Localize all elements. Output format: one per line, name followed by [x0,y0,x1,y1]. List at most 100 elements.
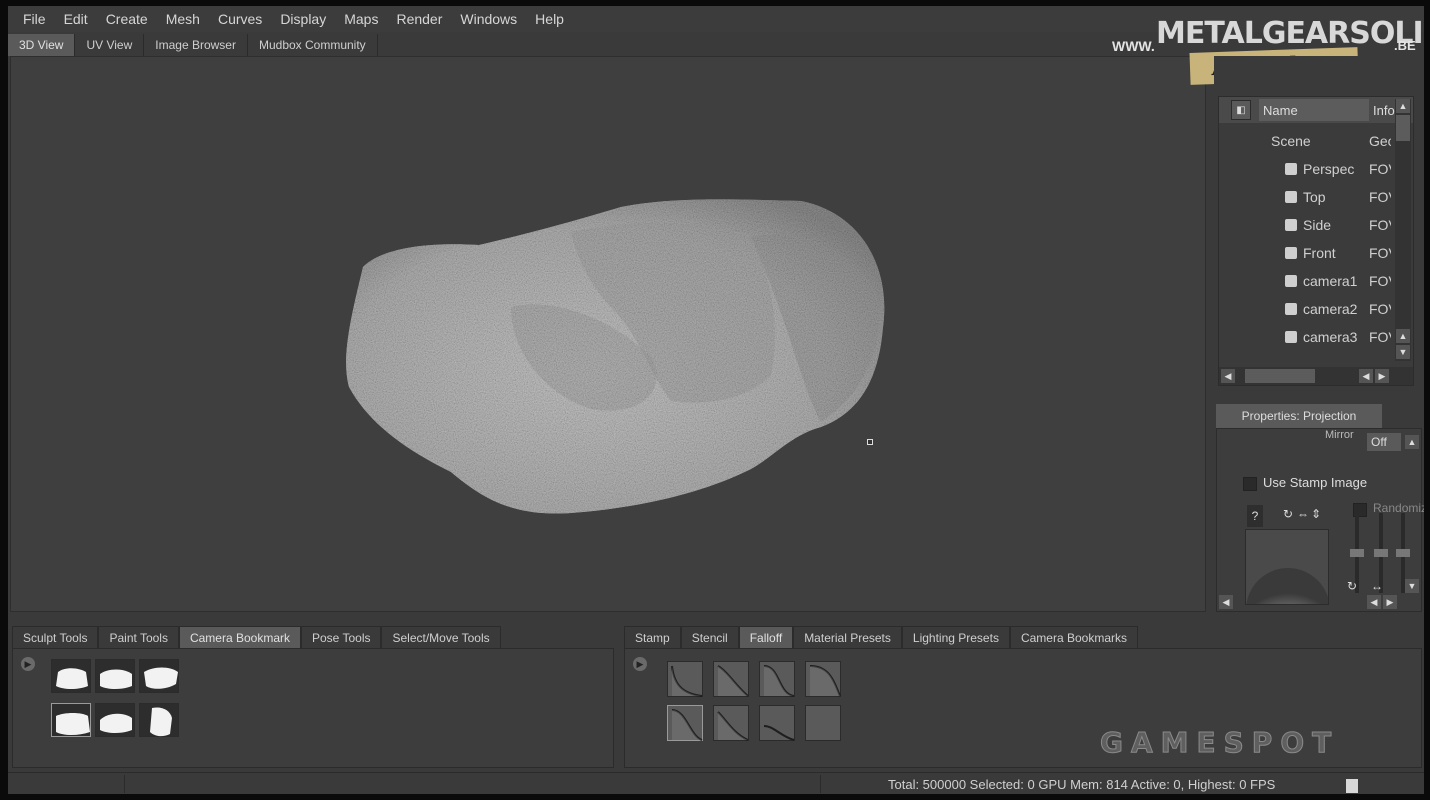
scroll-up-icon[interactable]: ▲ [1396,329,1410,343]
menu-windows[interactable]: Windows [451,11,526,27]
falloff-preset[interactable] [667,661,703,697]
menu-mesh[interactable]: Mesh [157,11,209,27]
properties-panel: Mirror Off Use Stamp Image Randomize ? ↻… [1216,428,1424,612]
tab-properties-projection[interactable]: Properties: Projection [1216,404,1382,428]
flip-horizontal-icon[interactable]: ⇔ [1297,507,1309,521]
tray-expand-icon[interactable]: ▶ [21,657,35,671]
flip-vertical-icon[interactable]: ⇕ [1311,507,1321,521]
rock-model[interactable] [11,57,1206,612]
bookmark-thumbnail[interactable] [139,703,179,737]
falloff-preset[interactable] [805,661,841,697]
menu-maps[interactable]: Maps [335,11,387,27]
camera-bookmark-tray: ▶ [12,648,614,768]
tree-item-perspective[interactable]: Perspec FOV [1219,155,1391,183]
scroll-right-icon[interactable]: ▶ [1383,595,1397,609]
tab-lighting-presets[interactable]: Lighting Presets [901,626,1010,648]
3d-viewport[interactable] [10,56,1206,612]
menu-create[interactable]: Create [97,11,157,27]
status-divider [820,775,821,793]
scroll-up-icon[interactable]: ▲ [1396,99,1410,113]
falloff-preset[interactable] [667,705,703,741]
object-list-hscroll[interactable]: ◀ ◀ ▶ [1219,367,1413,385]
camera-icon [1285,247,1297,259]
scroll-thumb[interactable] [1245,369,1315,383]
view-tabs: 3D View UV View Image Browser Mudbox Com… [8,34,378,56]
mirror-dropdown[interactable]: Off [1367,433,1401,451]
camera-icon [1285,331,1297,343]
status-readout: Total: 500000 Selected: 0 GPU Mem: 814 A… [888,777,1276,792]
tree-item-side[interactable]: Side FOV [1219,211,1391,239]
watermark-url: WWW. [1112,38,1155,54]
object-list-vscroll[interactable]: ▲ ▲ ▼ [1395,99,1411,361]
falloff-preset[interactable] [713,705,749,741]
camera-icon [1285,163,1297,175]
filter-icon[interactable]: ◧ [1231,100,1251,120]
scroll-down-icon[interactable]: ▼ [1405,579,1419,593]
help-button[interactable]: ? [1247,505,1263,527]
scroll-left-icon[interactable]: ◀ [1221,369,1235,383]
tab-mudbox-community[interactable]: Mudbox Community [247,34,378,56]
tree-item-camera3[interactable]: camera3 FOV [1219,323,1391,351]
rotate-icon[interactable]: ↻ [1283,507,1293,521]
tree-item-front[interactable]: Front FOV [1219,239,1391,267]
tree-item-scene[interactable]: Scene Geo [1219,127,1391,155]
falloff-preset[interactable] [759,705,795,741]
tab-stamp[interactable]: Stamp [624,626,681,648]
object-list-header: ◧ Name Info [1219,97,1413,123]
menu-display[interactable]: Display [271,11,335,27]
tab-stencil[interactable]: Stencil [680,626,739,648]
menu-file[interactable]: File [14,11,55,27]
tab-3d-view[interactable]: 3D View [8,34,76,56]
bookmark-thumbnail[interactable] [51,659,91,693]
falloff-preset[interactable] [805,705,841,741]
scroll-down-icon[interactable]: ▼ [1396,345,1410,359]
menu-curves[interactable]: Curves [209,11,271,27]
scroll-thumb[interactable] [1396,115,1410,141]
scroll-left-icon[interactable]: ◀ [1219,595,1233,609]
bookmark-thumbnail[interactable] [51,703,91,737]
tab-falloff[interactable]: Falloff [738,626,794,648]
camera-icon [1285,303,1297,315]
tab-pose-tools[interactable]: Pose Tools [301,626,382,648]
scroll-left-icon[interactable]: ◀ [1359,369,1373,383]
falloff-preset[interactable] [759,661,795,697]
use-stamp-image-label: Use Stamp Image [1263,475,1368,490]
watermark-suffix: .BE [1394,38,1416,53]
tree-item-camera1[interactable]: camera1 FOV [1219,267,1391,295]
tab-paint-tools[interactable]: Paint Tools [98,626,179,648]
menu-edit[interactable]: Edit [55,11,97,27]
cursor-marker [867,439,873,445]
falloff-preset[interactable] [713,661,749,697]
tree-item-top[interactable]: Top FOV [1219,183,1391,211]
bookmark-thumbnail[interactable] [95,703,135,737]
menu-help[interactable]: Help [526,11,573,27]
tray-expand-icon[interactable]: ▶ [633,657,647,671]
scroll-up-icon[interactable]: ▲ [1405,435,1419,449]
tab-image-browser[interactable]: Image Browser [144,34,248,56]
column-name[interactable]: Name [1259,99,1369,121]
scroll-right-icon[interactable]: ▶ [1375,369,1389,383]
gamespot-watermark: GAMESPOT [1099,714,1364,764]
tree-item-camera2[interactable]: camera2 FOV [1219,295,1391,323]
tab-select-move-tools[interactable]: Select/Move Tools [381,626,501,648]
scroll-left-icon[interactable]: ◀ [1367,595,1381,609]
tab-uv-view[interactable]: UV View [75,34,145,56]
menu-render[interactable]: Render [387,11,451,27]
column-info[interactable]: Info [1373,103,1395,118]
tab-material-presets[interactable]: Material Presets [793,626,902,648]
status-divider [124,775,125,793]
status-bar: Total: 500000 Selected: 0 GPU Mem: 814 A… [8,772,1424,794]
tab-camera-bookmark[interactable]: Camera Bookmark [178,626,301,648]
use-stamp-image-checkbox[interactable] [1243,477,1257,491]
reset-icon[interactable]: ↻ [1347,579,1357,593]
object-list: ◧ Name Info Scene Geo Perspec FOV Top FO… [1218,96,1414,386]
tab-camera-bookmarks[interactable]: Camera Bookmarks [1009,626,1138,648]
bookmark-thumbnail[interactable] [95,659,135,693]
resize-icon[interactable]: ↔ [1371,579,1383,593]
bookmark-thumbnail[interactable] [139,659,179,693]
scene-tree: Scene Geo Perspec FOV Top FOV Side FOV [1219,127,1391,351]
right-panel: ◧ Name Info Scene Geo Perspec FOV Top FO… [1214,56,1424,612]
stamp-preview[interactable] [1245,529,1329,605]
tab-sculpt-tools[interactable]: Sculpt Tools [12,626,99,648]
mudbox-window: File Edit Create Mesh Curves Display Map… [8,6,1424,794]
